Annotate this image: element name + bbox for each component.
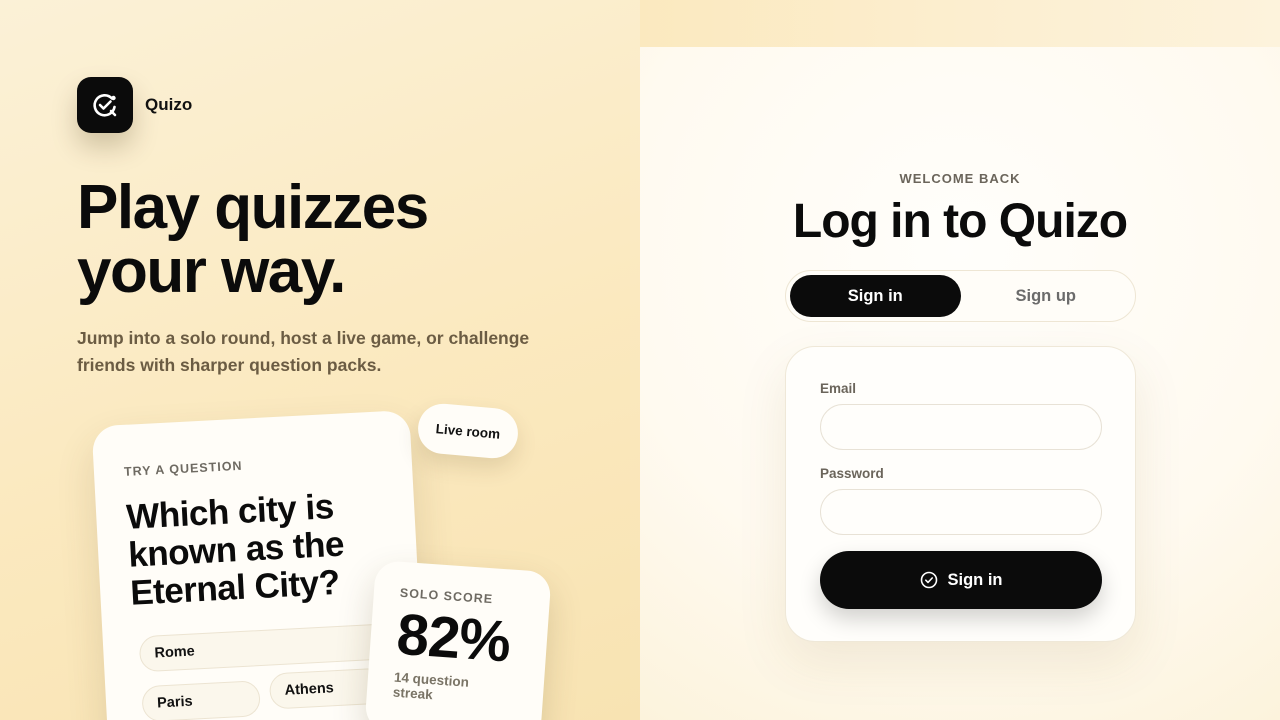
top-strip <box>640 0 1280 47</box>
auth-title: Log in to Quizo <box>792 195 1128 248</box>
tab-sign-in[interactable]: Sign in <box>790 275 961 317</box>
sign-in-button[interactable]: Sign in <box>820 551 1102 609</box>
check-circle-icon <box>920 571 938 589</box>
welcome-kicker: WELCOME BACK <box>899 171 1021 186</box>
live-room-badge: Live room <box>416 401 520 461</box>
brand: Quizo <box>77 77 192 133</box>
hero-headline-line1: Play quizzes <box>77 173 429 242</box>
answer-choice-paris[interactable]: Paris <box>141 680 261 720</box>
hero-headline: Play quizzes your way. <box>77 176 577 304</box>
password-label: Password <box>820 466 884 481</box>
score-streak: 14 question streak <box>392 669 470 703</box>
tab-sign-up[interactable]: Sign up <box>961 275 1132 317</box>
brand-name: Quizo <box>145 95 193 114</box>
question-card-kicker: TRY A QUESTION <box>123 458 243 479</box>
solo-score-card: SOLO SCORE 82% 14 question streak <box>364 560 552 720</box>
answer-choice-rome[interactable]: Rome <box>138 622 401 673</box>
hero-panel: Quizo Play quizzes your way. Jump into a… <box>0 0 640 720</box>
email-field[interactable] <box>820 404 1102 450</box>
hero-subtext: Jump into a solo round, host a live game… <box>77 328 530 375</box>
email-label: Email <box>820 381 857 396</box>
auth-tabs: Sign in Sign up <box>785 270 1136 322</box>
password-field[interactable] <box>820 489 1102 535</box>
login-form: Email Password Sign in <box>785 346 1136 642</box>
hero-headline-line2: your way. <box>77 237 346 306</box>
sign-in-button-label: Sign in <box>947 570 1003 589</box>
question-text: Which city is known as the Eternal City? <box>125 487 345 613</box>
quiz-check-icon <box>77 77 133 133</box>
score-value: 82% <box>394 601 513 675</box>
auth-panel: WELCOME BACK Log in to Quizo Sign in Sig… <box>640 47 1280 720</box>
